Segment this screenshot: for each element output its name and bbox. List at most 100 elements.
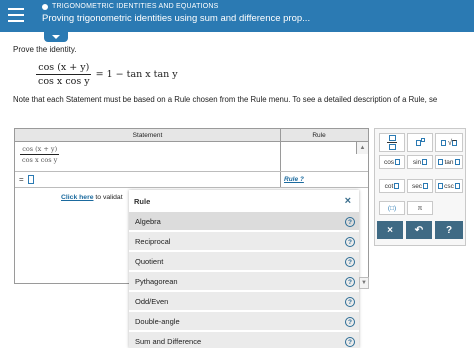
cos-label: cos — [383, 158, 395, 166]
cot-button[interactable]: cot — [379, 179, 405, 193]
close-icon[interactable]: × — [345, 195, 351, 207]
rule-item-label: Algebra — [135, 216, 161, 226]
statement-column-header: Statement — [15, 129, 281, 141]
cot-label: cot — [384, 182, 394, 190]
fraction-button[interactable] — [379, 133, 405, 152]
page-title: Proving trigonometric identities using s… — [42, 13, 311, 24]
rule-cell — [281, 142, 357, 171]
tan-label: tan — [444, 158, 454, 166]
csc-arg-box-icon — [454, 183, 460, 189]
rule-item-sum-and-difference[interactable]: Sum and Difference ? — [129, 332, 359, 348]
csc-button[interactable]: csc — [435, 179, 463, 193]
instructions-note: Note that each Statement must be based o… — [13, 95, 438, 104]
rule-item-reciprocal[interactable]: Reciprocal ? — [129, 232, 359, 252]
help-icon[interactable]: ? — [345, 217, 355, 227]
sec-arg-box-icon — [423, 183, 429, 189]
math-keypad: √ cos sin tan cot sec csc (□) π × ↶ ? — [374, 128, 466, 246]
lhs-numerator: cos (x + y) — [36, 62, 92, 75]
rule-item-label: Odd/Even — [135, 296, 169, 306]
sin-arg-box-icon — [422, 159, 428, 165]
pi-label: π — [417, 204, 423, 212]
lhs-denominator: cos x cos y — [38, 76, 90, 87]
statement-cell: cos (x + y) cos x cos y — [15, 142, 281, 171]
collapse-toggle-button[interactable] — [44, 32, 68, 42]
statement-input-box[interactable] — [27, 175, 34, 184]
tan-arg-box-icon — [454, 159, 460, 165]
sin-label: sin — [412, 158, 422, 166]
topic-label: TRIGONOMETRIC IDENTITIES AND EQUATIONS — [42, 3, 219, 10]
rule-item-label: Sum and Difference — [135, 336, 202, 346]
pi-button[interactable]: π — [407, 201, 433, 215]
table-row: = Rule ? — [15, 172, 368, 188]
statement-numerator: cos (x + y) — [20, 145, 60, 155]
fraction-numerator-box-icon — [388, 135, 396, 141]
rule-item-label: Reciprocal — [135, 236, 171, 246]
cos-arg-box-icon — [395, 159, 401, 165]
table-row: cos (x + y) cos x cos y — [15, 142, 368, 172]
parentheses-button[interactable]: (□) — [379, 201, 405, 215]
csc-label: csc — [444, 182, 454, 190]
chevron-down-icon — [52, 35, 60, 39]
top-header: TRIGONOMETRIC IDENTITIES AND EQUATIONS P… — [0, 0, 474, 32]
coefficient-box-icon — [440, 139, 446, 146]
statement-input-cell[interactable]: = — [15, 172, 281, 187]
help-button[interactable]: ? — [435, 221, 463, 239]
exponent-button[interactable] — [407, 133, 433, 152]
help-icon[interactable]: ? — [345, 337, 355, 347]
rule-column-header: Rule — [312, 131, 326, 139]
validate-text: Click here to validat — [61, 194, 123, 201]
sqrt-button[interactable]: √ — [435, 133, 463, 152]
help-icon[interactable]: ? — [345, 297, 355, 307]
cos-button[interactable]: cos — [379, 155, 405, 169]
tan-button[interactable]: tan — [435, 155, 463, 169]
undo-button[interactable]: ↶ — [406, 221, 432, 239]
fraction-bar-icon — [387, 142, 397, 143]
statement-denominator: cos x cos y — [22, 156, 58, 164]
help-icon[interactable]: ? — [345, 257, 355, 267]
rule-item-double-angle[interactable]: Double-angle ? — [129, 312, 359, 332]
table-header: Statement Rule — [15, 129, 368, 142]
topic-dot-icon — [42, 3, 48, 10]
sin-button[interactable]: sin — [407, 155, 433, 169]
close-icon: × — [387, 224, 393, 236]
rule-menu-title: Rule — [134, 196, 151, 206]
page: TRIGONOMETRIC IDENTITIES AND EQUATIONS P… — [0, 0, 474, 348]
rule-menu: Rule × Algebra ? Reciprocal ? Quotient ?… — [129, 190, 359, 348]
topic-text: TRIGONOMETRIC IDENTITIES AND EQUATIONS — [52, 3, 219, 10]
help-icon: ? — [445, 224, 453, 236]
tan-prefix-box-icon — [438, 159, 444, 165]
cot-arg-box-icon — [394, 183, 400, 189]
scroll-up-icon[interactable]: ▲ — [356, 142, 368, 154]
sec-button[interactable]: sec — [407, 179, 433, 193]
rule-item-pythagorean[interactable]: Pythagorean ? — [129, 272, 359, 292]
equals-sign: = — [19, 175, 24, 184]
scroll-down-icon[interactable]: ▼ — [359, 277, 369, 289]
help-icon[interactable]: ? — [345, 237, 355, 247]
problem-prompt: Prove the identity. — [13, 45, 77, 54]
hamburger-menu-icon[interactable] — [8, 8, 24, 22]
clear-button[interactable]: × — [377, 221, 403, 239]
parentheses-icon: (□) — [387, 204, 397, 212]
validate-rest-text: to validat — [93, 194, 123, 201]
rule-select-cell[interactable]: Rule ? — [281, 172, 357, 187]
rule-item-label: Quotient — [135, 256, 164, 266]
rule-item-quotient[interactable]: Quotient ? — [129, 252, 359, 272]
exponent-box-icon — [420, 137, 425, 142]
identity-rhs: = 1 − tan x tan y — [95, 69, 178, 80]
help-icon[interactable]: ? — [345, 317, 355, 327]
identity-expression: cos (x + y) cos x cos y = 1 − tan x tan … — [36, 62, 178, 87]
identity-lhs-fraction: cos (x + y) cos x cos y — [36, 62, 92, 87]
csc-prefix-box-icon — [438, 183, 444, 189]
validate-link[interactable]: Click here — [61, 194, 94, 201]
radicand-box-icon — [452, 139, 458, 146]
sec-label: sec — [411, 182, 423, 190]
help-icon[interactable]: ? — [345, 277, 355, 287]
undo-icon: ↶ — [414, 224, 424, 236]
rule-item-label: Double-angle — [135, 316, 180, 326]
statement-fraction: cos (x + y) cos x cos y — [20, 145, 60, 164]
rule-item-algebra[interactable]: Algebra ? — [129, 212, 359, 232]
rule-item-odd-even[interactable]: Odd/Even ? — [129, 292, 359, 312]
fraction-denominator-box-icon — [388, 144, 396, 150]
rule-select-link[interactable]: Rule ? — [281, 172, 357, 183]
rule-menu-header: Rule × — [129, 190, 359, 212]
